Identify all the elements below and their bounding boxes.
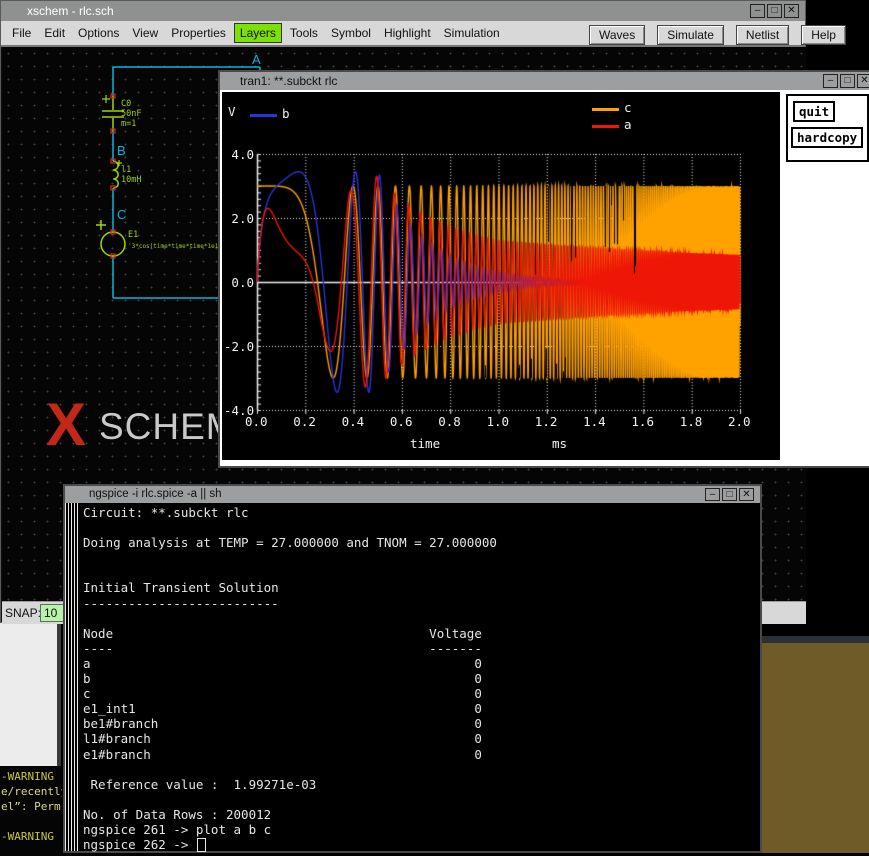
component-labels: C0 50nF m=1 l1 10mH E1 '3*cos(time*time*… — [121, 99, 229, 250]
background-white-window[interactable] — [0, 622, 61, 768]
terminal-prompt-line[interactable]: ngspice 262 -> — [83, 837, 757, 852]
xschem-window-title: xschem - rlc.sch — [27, 4, 114, 18]
menu-item-layers[interactable]: Layers — [234, 23, 282, 43]
y-tick-label: 0.0 — [224, 275, 254, 290]
menu-item-file[interactable]: File — [7, 24, 36, 42]
terminal-output: Circuit: **.subckt rlc Doing analysis at… — [83, 505, 757, 837]
y-tick-label: -2.0 — [224, 339, 254, 354]
waveform-window-controls: – □ ✕ — [823, 74, 869, 88]
menu-item-options[interactable]: Options — [73, 24, 124, 42]
y-axis-unit: V — [228, 104, 236, 119]
menu-item-tools[interactable]: Tools — [285, 24, 323, 42]
background-warning-terminal[interactable]: -WARNINGe/recentlyel”: Perm -WARNING — [0, 766, 62, 856]
x-tick-label: 1.2 — [535, 414, 558, 429]
xschem-toolbar-buttons: Waves Simulate Netlist Help — [589, 25, 846, 45]
waveform-plot[interactable]: V bca 4.02.00.0-2.0-4.00.00.20.40.60.81.… — [222, 92, 780, 460]
x-tick-label: 1.0 — [487, 414, 510, 429]
capacitor-extra: m=1 — [121, 119, 136, 129]
maximize-icon[interactable]: □ — [840, 74, 855, 88]
menu-item-simulation[interactable]: Simulation — [439, 24, 505, 42]
y-tick-label: 4.0 — [224, 147, 254, 162]
x-tick-label: 2.0 — [728, 414, 751, 429]
terminal-prompt: ngspice 262 -> — [83, 837, 196, 852]
ngspice-terminal-window: ngspice -i rlc.spice -a || sh – □ ✕ Circ… — [63, 484, 762, 853]
inductor-value: 10mH — [121, 175, 141, 185]
capacitor-ref: C0 — [121, 99, 131, 109]
x-tick-label: 0.8 — [438, 414, 461, 429]
hardcopy-button[interactable]: hardcopy — [791, 127, 863, 148]
close-icon[interactable]: ✕ — [739, 488, 754, 501]
desktop-lower-right — [757, 643, 869, 853]
desktop: { "desktop": {"bg": "#000000", "lower_ri… — [0, 0, 869, 853]
node-label-c: C — [117, 207, 126, 222]
x-tick-label: 0.0 — [245, 414, 268, 429]
x-tick-label: 0.6 — [390, 414, 413, 429]
waveform-window-title: tran1: **.subckt rlc — [240, 74, 337, 88]
close-icon[interactable]: ✕ — [784, 4, 799, 18]
warning-line: el”: Perm — [1, 799, 62, 814]
maximize-icon[interactable]: □ — [722, 488, 737, 501]
warning-line: e/recently — [1, 784, 62, 799]
legend-label-b: b — [282, 106, 290, 121]
source-value: '3*cos(time*time*time*1e11)' — [128, 243, 229, 250]
minimize-icon[interactable]: – — [823, 74, 838, 88]
waveform-window: tran1: **.subckt rlc – □ ✕ V b ca 4.0 2.0 0… — [218, 70, 869, 468]
x-tick-label: 0.4 — [342, 414, 365, 429]
xschem-logo-x: X — [46, 395, 86, 455]
plot-control-panel: quit hardcopy — [786, 94, 869, 162]
legend-swatch-c — [592, 108, 619, 111]
legend-swatch-a — [592, 125, 619, 128]
terminal-cursor — [197, 838, 206, 852]
minimize-icon[interactable]: – — [750, 4, 765, 18]
desktop-divider — [757, 636, 869, 643]
legend-swatch-b — [250, 114, 277, 117]
inductor-ref: l1 — [121, 165, 131, 175]
x-axis-label: time — [410, 436, 440, 451]
xschem-window-controls: – □ ✕ — [750, 4, 799, 18]
waveform-canvas[interactable] — [222, 92, 780, 460]
snap-label: SNAP: — [5, 606, 41, 620]
terminal-window-title: ngspice -i rlc.spice -a || sh — [89, 488, 222, 500]
capacitor-value: 50nF — [121, 109, 141, 119]
warning-line: -WARNING — [1, 829, 62, 844]
warning-line: -WARNING — [1, 769, 62, 784]
xschem-logo-text: SCHEM — [99, 407, 238, 447]
warning-line — [1, 814, 62, 829]
quit-button[interactable]: quit — [793, 101, 835, 122]
netlist-button[interactable]: Netlist — [736, 25, 789, 45]
minimize-icon[interactable]: – — [705, 488, 720, 501]
menu-item-view[interactable]: View — [127, 24, 163, 42]
node-label-a: A — [252, 52, 261, 67]
terminal-window-controls: – □ ✕ — [705, 488, 754, 501]
waveform-titlebar[interactable]: tran1: **.subckt rlc – □ ✕ — [220, 72, 869, 90]
waves-button[interactable]: Waves — [589, 25, 645, 45]
x-tick-label: 1.4 — [583, 414, 606, 429]
legend-label-c: c — [624, 100, 632, 115]
xschem-titlebar[interactable]: xschem - rlc.sch – □ ✕ — [1, 1, 805, 22]
help-button[interactable]: Help — [801, 25, 846, 45]
legend-label-a: a — [624, 117, 632, 132]
menu-item-properties[interactable]: Properties — [166, 24, 231, 42]
menu-item-symbol[interactable]: Symbol — [326, 24, 376, 42]
close-icon[interactable]: ✕ — [857, 74, 869, 88]
x-tick-label: 1.8 — [680, 414, 703, 429]
terminal-scrollbar[interactable] — [65, 503, 80, 851]
terminal-titlebar[interactable]: ngspice -i rlc.spice -a || sh – □ ✕ — [65, 486, 760, 503]
x-tick-label: 1.6 — [631, 414, 654, 429]
node-label-b: B — [117, 143, 126, 158]
terminal-body[interactable]: Circuit: **.subckt rlc Doing analysis at… — [83, 505, 757, 849]
x-tick-label: 0.2 — [293, 414, 316, 429]
menu-item-edit[interactable]: Edit — [39, 24, 70, 42]
source-ref: E1 — [128, 230, 138, 240]
menu-item-highlight[interactable]: Highlight — [379, 24, 436, 42]
y-tick-label: 2.0 — [224, 211, 254, 226]
simulate-button[interactable]: Simulate — [657, 25, 724, 45]
source-symbol[interactable] — [96, 220, 125, 256]
x-axis-unit: ms — [552, 436, 567, 451]
maximize-icon[interactable]: □ — [767, 4, 782, 18]
